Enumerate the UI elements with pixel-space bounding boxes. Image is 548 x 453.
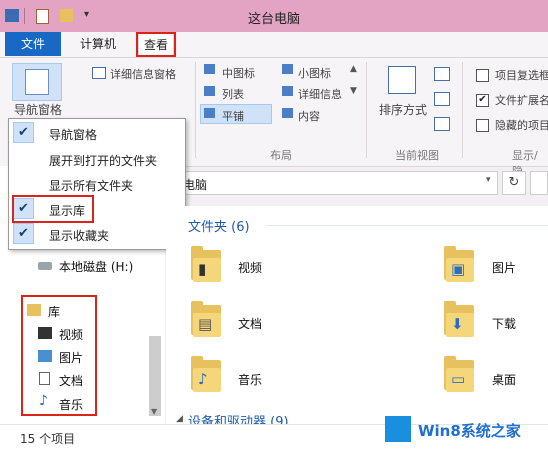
divider [265, 225, 548, 226]
layout-details[interactable]: 详细信息 [298, 86, 342, 102]
content-icon [282, 108, 293, 118]
address-path: 电脑 [183, 178, 208, 192]
nav-pane-dropdown-menu: ✔ 导航窗格 展开到打开的文件夹 显示所有文件夹 ✔ 显示库 ✔ 显示收藏夹 [8, 118, 186, 250]
folder-documents-icon[interactable]: ▤ [191, 301, 221, 337]
status-item-count: 15 个项目 [20, 432, 76, 446]
divider [195, 62, 196, 158]
file-extensions-checkbox[interactable]: ✔ [476, 94, 489, 107]
chevron-down-icon[interactable]: ▾ [486, 175, 491, 185]
refresh-icon[interactable]: ↻ [502, 171, 526, 195]
menu-item-label: 导航窗格 [49, 128, 98, 142]
scroll-up-icon[interactable]: ▲ [350, 64, 357, 74]
search-input[interactable] [530, 171, 548, 195]
folder-videos-label[interactable]: 视频 [238, 259, 262, 276]
chevron-down-icon[interactable]: ◢ [176, 414, 183, 424]
layout-group-label: 布局 [270, 149, 292, 162]
scrollbar-thumb[interactable] [149, 336, 161, 416]
folders-group-header[interactable]: 文件夹 (6) [188, 216, 250, 235]
small-icons-icon [282, 64, 293, 74]
window-title: 这台电脑 [247, 12, 300, 27]
current-view-group-label: 当前视图 [395, 149, 439, 162]
menu-item-label: 显示收藏夹 [49, 229, 110, 243]
folder-videos-icon[interactable]: ▮ [191, 246, 221, 282]
tiles-icon [204, 108, 215, 118]
watermark-text: Win8系统之家 [418, 422, 521, 440]
layout-list[interactable]: 列表 [222, 86, 244, 102]
sort-by-button[interactable]: 排序方式 [379, 101, 427, 118]
add-columns-icon[interactable] [434, 92, 450, 106]
menu-item-show-all-folders[interactable]: 显示所有文件夹 [9, 171, 185, 196]
tree-item-drive-h[interactable]: 本地磁盘 (H:) [59, 258, 133, 275]
windows-logo-icon [385, 416, 411, 442]
divider [366, 62, 367, 158]
folder-downloads-icon[interactable]: ⬇ [444, 301, 474, 337]
folder-music-icon[interactable]: ♪ [191, 356, 221, 392]
check-icon: ✔ [13, 223, 34, 244]
menu-item-show-favorites[interactable]: ✔ 显示收藏夹 [9, 221, 185, 246]
layout-small-icons[interactable]: 小图标 [298, 65, 331, 81]
item-checkboxes-checkbox[interactable] [476, 69, 489, 82]
devices-group-header[interactable]: 设备和驱动器 (9) [188, 411, 289, 424]
highlight-box [12, 195, 94, 223]
drive-icon [38, 262, 52, 270]
scroll-down-icon[interactable]: ▼ [151, 407, 157, 416]
folder-documents-label[interactable]: 文档 [238, 315, 262, 332]
details-pane-icon [92, 67, 106, 79]
scroll-down-icon[interactable]: ▼ [350, 86, 357, 96]
sort-icon [388, 66, 416, 94]
layout-tiles[interactable]: 平铺 [222, 108, 244, 124]
menu-item-nav-pane[interactable]: ✔ 导航窗格 [9, 120, 185, 145]
highlight-box [136, 32, 176, 57]
menu-item-label: 显示所有文件夹 [49, 179, 134, 193]
file-extensions-label: 文件扩展名 [495, 94, 548, 107]
group-by-icon[interactable] [434, 67, 450, 81]
hidden-items-label: 隐藏的项目 [495, 119, 548, 132]
medium-icons-icon [204, 64, 215, 74]
layout-content[interactable]: 内容 [298, 108, 320, 124]
nav-pane-label: 导航窗格 [14, 103, 63, 117]
highlight-box [21, 295, 97, 416]
folder-desktop-icon[interactable]: ▭ [444, 356, 474, 392]
folder-pictures-label[interactable]: 图片 [492, 259, 516, 276]
check-icon: ✔ [13, 122, 34, 143]
folder-downloads-label[interactable]: 下载 [492, 315, 516, 332]
item-checkboxes-label: 项目复选框 [495, 69, 548, 82]
tab-computer[interactable]: 计算机 [70, 32, 126, 56]
details-pane-button[interactable]: 详细信息窗格 [110, 66, 176, 82]
list-icon [204, 86, 215, 96]
folder-pictures-icon[interactable]: ▣ [444, 246, 474, 282]
size-columns-icon[interactable] [434, 117, 450, 131]
hidden-items-checkbox[interactable] [476, 119, 489, 132]
content-pane [166, 206, 548, 424]
folder-music-label[interactable]: 音乐 [238, 371, 262, 388]
layout-medium-icons[interactable]: 中图标 [222, 65, 255, 81]
details-icon [282, 86, 293, 96]
divider [462, 62, 463, 158]
nav-pane-button[interactable] [12, 63, 62, 101]
address-bar[interactable]: 电脑 [178, 171, 498, 195]
menu-item-label: 展开到打开的文件夹 [49, 154, 158, 168]
tab-file[interactable]: 文件 [5, 32, 61, 56]
nav-pane-icon [25, 69, 49, 95]
folder-desktop-label[interactable]: 桌面 [492, 371, 516, 388]
menu-item-expand-to-open[interactable]: 展开到打开的文件夹 [9, 146, 185, 171]
